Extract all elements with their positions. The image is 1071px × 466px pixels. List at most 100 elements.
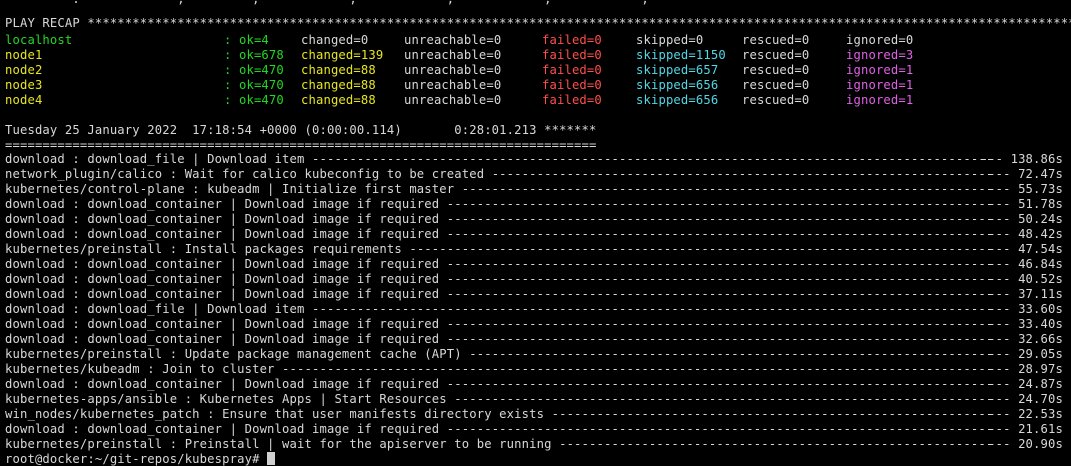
- task-name: kubernetes-apps/ansible : Kubernetes App…: [5, 392, 993, 407]
- task-leader-dashes: ----------------------------------------…: [446, 332, 993, 346]
- task-name: download : download_container | Download…: [5, 317, 993, 332]
- task-name: download : download_file | Download item…: [5, 152, 993, 167]
- task-row: kubernetes/preinstall : Update package m…: [5, 347, 1063, 362]
- task-row: kubernetes/preinstall : Install packages…: [5, 242, 1063, 257]
- recap-unreachable: unreachable=0: [404, 93, 502, 107]
- task-row: download : download_container | Download…: [5, 197, 1063, 212]
- task-leader-dashes: ----------------------------------------…: [446, 197, 993, 211]
- task-leader-dashes: ----------------------------------------…: [446, 377, 993, 391]
- task-leader-end: ---: [988, 422, 1019, 436]
- task-row: download : download_container | Download…: [5, 332, 1063, 347]
- task-time: 72.47s: [1018, 167, 1063, 181]
- task-name: download : download_file | Download item…: [5, 302, 993, 317]
- recap-rescued: rescued=0: [742, 93, 810, 107]
- terminal-window[interactable]: : , , , , , , PLAY RECAP ***************…: [0, 0, 1071, 466]
- recap-skipped: skipped=657: [636, 63, 719, 77]
- task-duration: --- 72.47s: [988, 167, 1063, 182]
- task-name: kubernetes/control-plane : kubeadm | Ini…: [5, 182, 993, 197]
- task-leader-dashes: ----------------------------------------…: [551, 407, 993, 421]
- task-leader-dashes: ----------------------------------------…: [446, 257, 993, 271]
- recap-unreachable: unreachable=0: [404, 78, 502, 92]
- task-time: 28.97s: [1018, 362, 1063, 376]
- task-leader-dashes: ----------------------------------------…: [559, 437, 993, 451]
- task-label: kubernetes/preinstall : Preinstall | wai…: [5, 437, 552, 451]
- recap-changed: changed=88: [301, 78, 376, 92]
- task-leader-dashes: ----------------------------------------…: [446, 227, 993, 241]
- recap-ok: : ok=470: [224, 78, 284, 92]
- task-leader-end: ---: [988, 182, 1019, 196]
- task-name: download : download_container | Download…: [5, 287, 993, 302]
- task-time: 21.61s: [1018, 422, 1063, 436]
- task-label: download : download_container | Download…: [5, 332, 440, 346]
- task-duration: --- 51.78s: [988, 197, 1063, 212]
- recap-ignored: ignored=1: [846, 93, 914, 107]
- task-row: kubernetes-apps/ansible : Kubernetes App…: [5, 392, 1063, 407]
- recap-ignored: ignored=3: [846, 48, 914, 62]
- task-duration: --- 33.60s: [988, 302, 1063, 317]
- task-leader-dashes: ----------------------------------------…: [446, 212, 993, 226]
- recap-failed: failed=0: [542, 48, 602, 62]
- task-label: kubernetes/preinstall : Update package m…: [5, 347, 462, 361]
- task-leader-end: ---: [988, 317, 1019, 331]
- recap-rescued: rescued=0: [742, 78, 810, 92]
- task-label: download : download_container | Download…: [5, 212, 440, 226]
- recap-ignored: ignored=1: [846, 63, 914, 77]
- recap-rescued: rescued=0: [742, 33, 810, 47]
- task-time: 50.24s: [1018, 212, 1063, 226]
- recap-ignored: ignored=0: [846, 33, 914, 47]
- task-row: kubernetes/preinstall : Preinstall | wai…: [5, 437, 1063, 452]
- task-time: 33.60s: [1018, 302, 1063, 316]
- task-time: 29.05s: [1018, 347, 1063, 361]
- task-leader-end: ---: [988, 242, 1019, 256]
- task-name: download : download_container | Download…: [5, 197, 993, 212]
- task-leader-end: ---: [988, 332, 1019, 346]
- task-row: download : download_container | Download…: [5, 377, 1063, 392]
- task-name: download : download_container | Download…: [5, 257, 993, 272]
- recap-ok: : ok=4: [224, 33, 269, 47]
- task-leader-end: ---: [988, 197, 1019, 211]
- recap-rescued: rescued=0: [742, 48, 810, 62]
- task-time: 37.11s: [1018, 287, 1063, 301]
- task-duration: --- 24.70s: [988, 392, 1063, 407]
- task-time: 33.40s: [1018, 317, 1063, 331]
- task-label: kubernetes/control-plane : kubeadm | Ini…: [5, 182, 455, 196]
- task-label: download : download_container | Download…: [5, 287, 440, 301]
- recap-name: node3: [5, 78, 43, 92]
- task-leader-dashes: ----------------------------------------…: [409, 242, 993, 256]
- task-leader-end: ---: [988, 407, 1019, 421]
- task-duration: --- 40.52s: [988, 272, 1063, 287]
- task-label: download : download_file | Download item: [5, 302, 305, 316]
- task-time: 24.70s: [1018, 392, 1063, 406]
- task-duration: --- 33.40s: [988, 317, 1063, 332]
- task-label: download : download_container | Download…: [5, 317, 440, 331]
- task-duration: --- 37.11s: [988, 287, 1063, 302]
- task-row: win_nodes/kubernetes_patch : Ensure that…: [5, 407, 1063, 422]
- task-name: download : download_container | Download…: [5, 332, 993, 347]
- task-leader-dashes: ----------------------------------------…: [446, 287, 993, 301]
- task-row: download : download_container | Download…: [5, 227, 1063, 242]
- recap-name: node2: [5, 63, 43, 77]
- task-label: kubernetes-apps/ansible : Kubernetes App…: [5, 392, 447, 406]
- task-leader-end: ---: [988, 212, 1019, 226]
- recap-failed: failed=0: [542, 93, 602, 107]
- partial-output-line: : , , , , , ,: [5, 0, 649, 7]
- text-cursor: [267, 452, 276, 465]
- task-time: 24.87s: [1018, 377, 1063, 391]
- task-label: download : download_container | Download…: [5, 227, 440, 241]
- recap-unreachable: unreachable=0: [404, 63, 502, 77]
- task-row: kubernetes/kubeadm : Join to cluster ---…: [5, 362, 1063, 377]
- task-duration: --- 32.66s: [988, 332, 1063, 347]
- task-row: download : download_file | Download item…: [5, 302, 1063, 317]
- recap-unreachable: unreachable=0: [404, 33, 502, 47]
- task-leader-end: ---: [988, 272, 1019, 286]
- task-time: 20.90s: [1018, 437, 1063, 451]
- task-label: kubernetes/kubeadm : Join to cluster: [5, 362, 275, 376]
- task-leader-end: ---: [988, 287, 1019, 301]
- timestamp-line: Tuesday 25 January 2022 17:18:54 +0000 (…: [5, 123, 597, 137]
- recap-rescued: rescued=0: [742, 63, 810, 77]
- task-leader-end: ---: [988, 302, 1019, 316]
- shell-prompt[interactable]: root@docker:~/git-repos/kubespray#: [5, 452, 276, 466]
- prompt-text: root@docker:~/git-repos/kubespray#: [5, 452, 268, 466]
- task-row: download : download_container | Download…: [5, 272, 1063, 287]
- task-time: 51.78s: [1018, 197, 1063, 211]
